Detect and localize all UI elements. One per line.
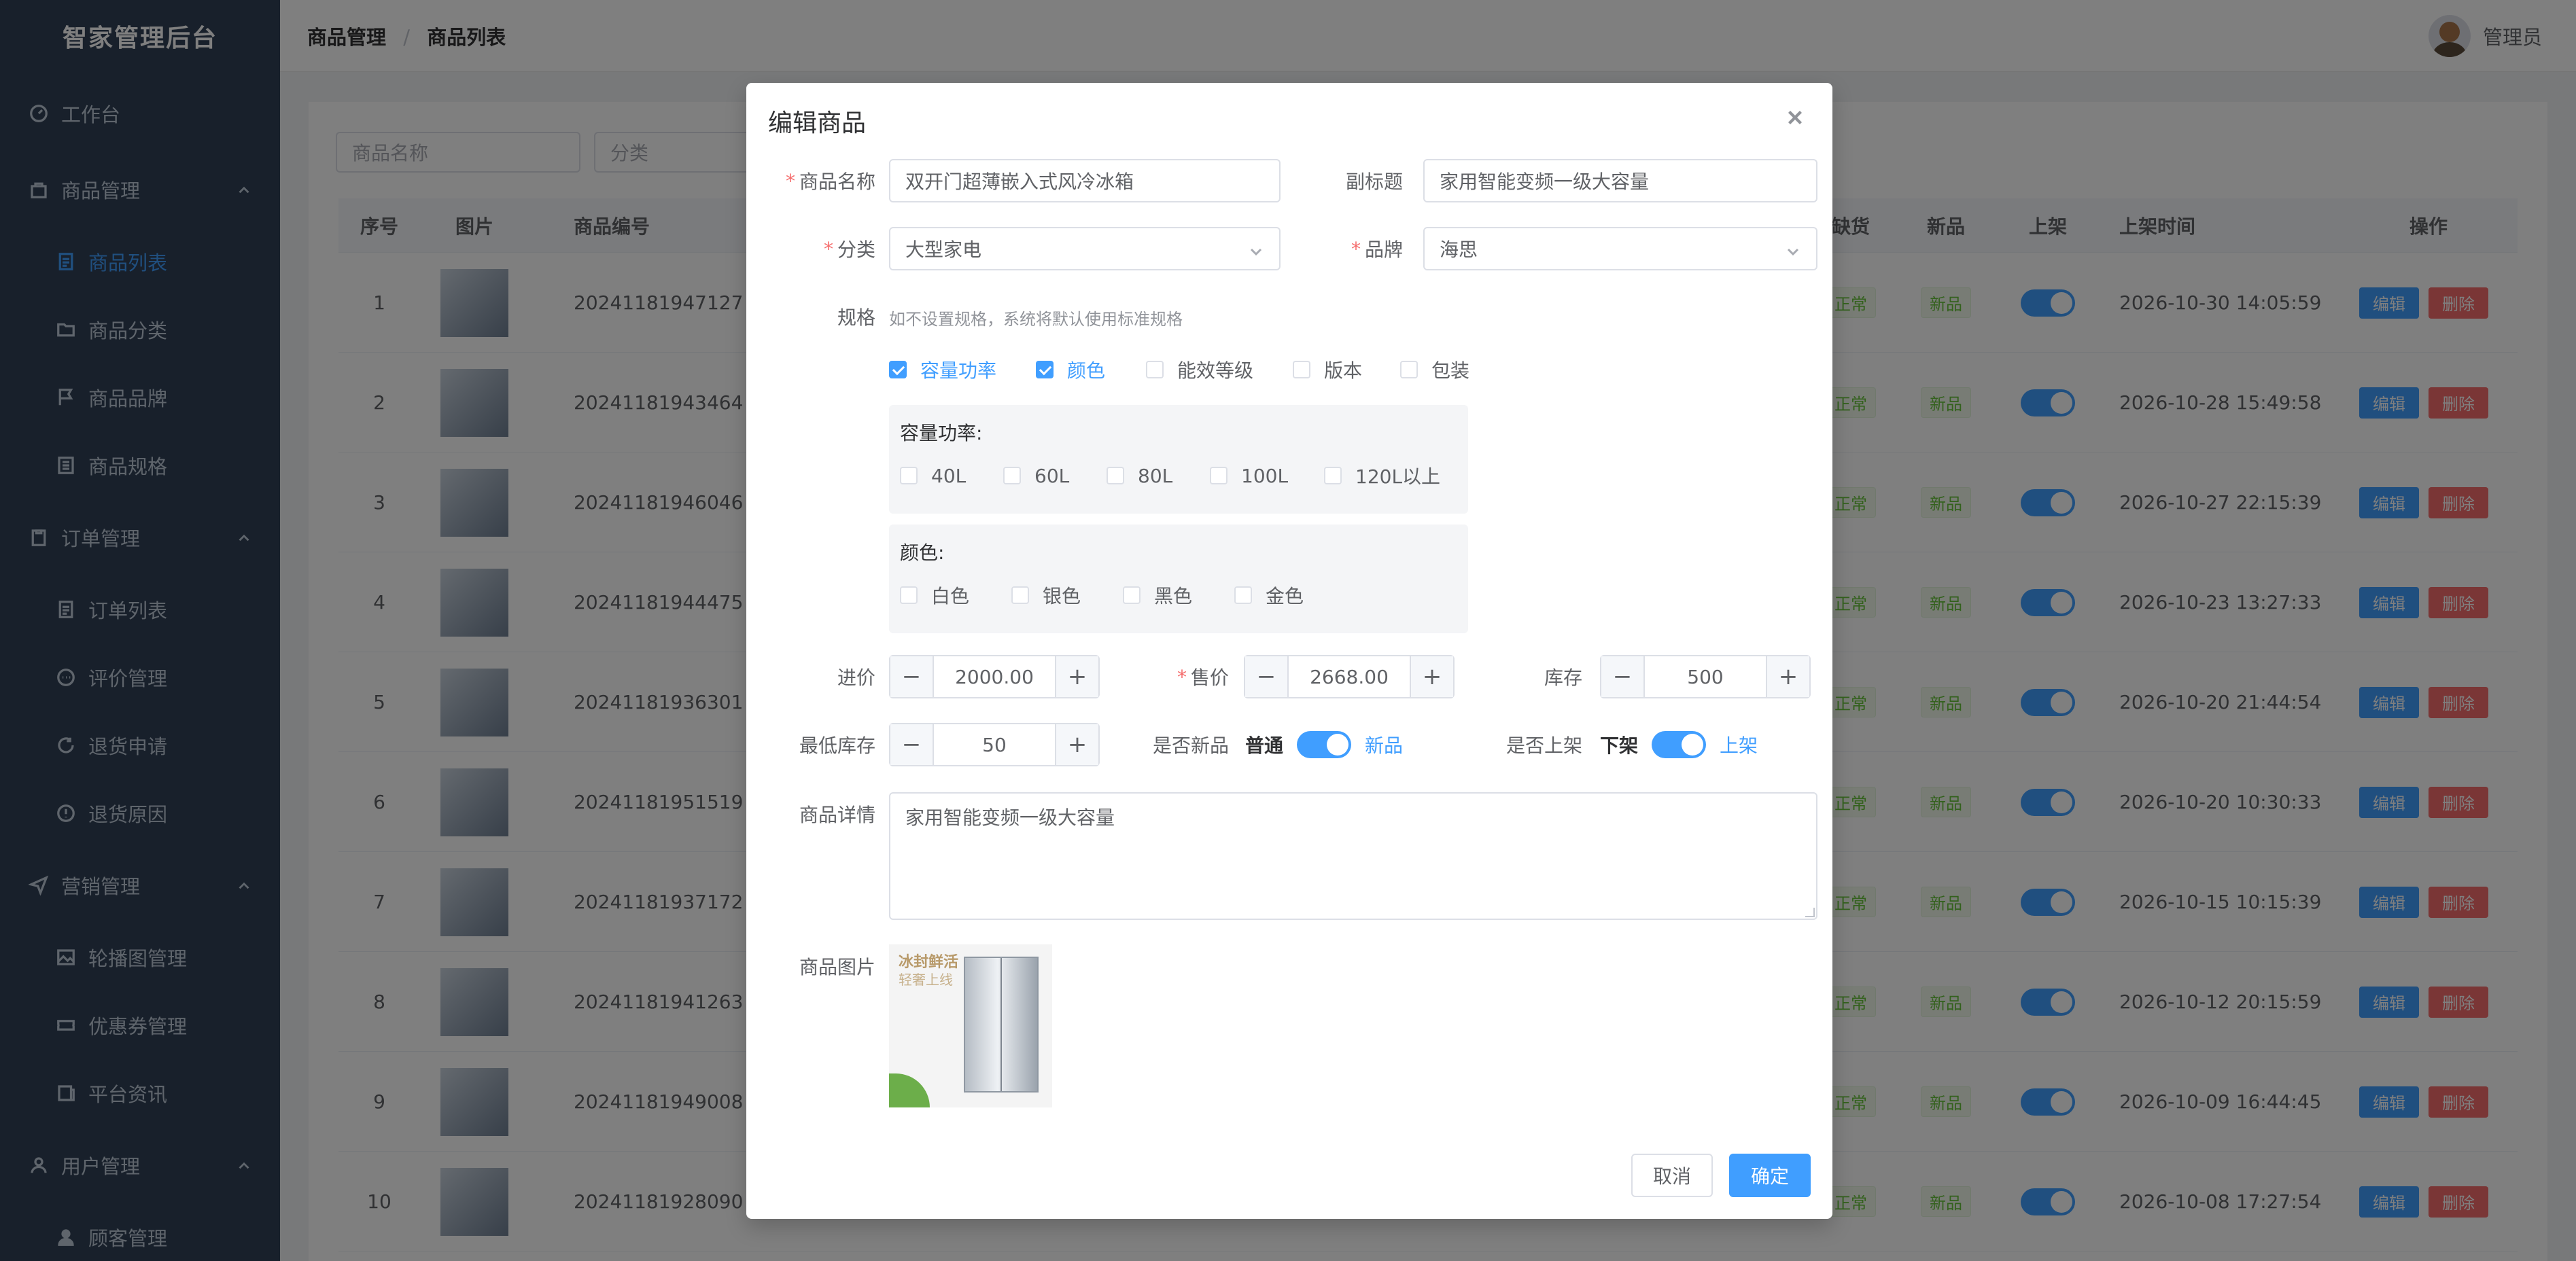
spec-hint: 如不设置规格，系统将默认使用标准规格	[889, 310, 1183, 329]
stock-value[interactable]: 500	[1645, 656, 1766, 697]
stock-stepper: − 500 +	[1600, 655, 1811, 698]
checkbox-box	[889, 361, 907, 378]
image-caption-2: 轻奢上线	[899, 972, 953, 988]
on-shelf-off-text: 下架	[1600, 734, 1639, 757]
purchase-price-stepper: − 2000.00 +	[889, 655, 1100, 698]
is-new-switch[interactable]: 普通 新品	[1245, 723, 1403, 766]
plus-button[interactable]: +	[1410, 656, 1453, 697]
switch-track[interactable]	[1652, 731, 1707, 758]
name-label: * 商品名称	[785, 169, 875, 194]
sale-price-label: * 售价	[1177, 665, 1229, 690]
minus-button[interactable]: −	[890, 724, 934, 765]
minus-button[interactable]: −	[1245, 656, 1289, 697]
plus-button[interactable]: +	[1055, 724, 1098, 765]
category-select-value: 大型家电	[905, 238, 982, 261]
checkbox-box	[1003, 467, 1021, 484]
confirm-button[interactable]: 确定	[1729, 1154, 1811, 1197]
is-new-off-text: 普通	[1245, 734, 1284, 757]
category-label: * 分类	[823, 237, 875, 262]
edit-product-dialog: 编辑商品 * 商品名称 双开门超薄嵌入式风冷冰箱 副标题 家用智能变频一级大容量 …	[746, 83, 1832, 1219]
checkbox-box	[1234, 586, 1252, 604]
minus-button[interactable]: −	[890, 656, 934, 697]
cancel-button[interactable]: 取消	[1631, 1154, 1713, 1197]
on-shelf-label: 是否上架	[1505, 734, 1582, 757]
checkbox-box	[900, 586, 918, 604]
dialog-title: 编辑商品	[768, 109, 867, 137]
spec-checkbox-color[interactable]: 颜色	[1036, 356, 1105, 383]
checkbox-box	[1011, 586, 1029, 604]
purchase-price-label: 进价	[837, 667, 875, 689]
capacity-option-80l[interactable]: 80L	[1107, 462, 1172, 489]
capacity-option-40l[interactable]: 40L	[900, 462, 966, 489]
detail-textarea[interactable]: 家用智能变频一级大容量	[889, 792, 1817, 920]
switch-track[interactable]	[1297, 731, 1352, 758]
checkbox-box	[1324, 467, 1342, 484]
capacity-option-60l[interactable]: 60L	[1003, 462, 1069, 489]
min-stock-stepper: − 50 +	[889, 723, 1100, 766]
image-label: 商品图片	[799, 956, 875, 978]
detail-label: 商品详情	[799, 804, 875, 826]
checkbox-box	[1123, 586, 1141, 604]
close-icon[interactable]	[1783, 106, 1807, 129]
minus-button[interactable]: −	[1601, 656, 1645, 697]
subtitle-input[interactable]: 家用智能变频一级大容量	[1423, 159, 1817, 202]
checkbox-box	[1210, 467, 1228, 484]
spec-checkbox-capacity[interactable]: 容量功率	[889, 356, 996, 383]
checkbox-box	[1036, 361, 1054, 378]
purchase-price-value[interactable]: 2000.00	[934, 656, 1055, 697]
brand-label: * 品牌	[1351, 237, 1403, 262]
is-new-label: 是否新品	[1152, 734, 1229, 757]
on-shelf-on-text: 上架	[1720, 734, 1758, 757]
on-shelf-switch[interactable]: 下架 上架	[1600, 723, 1758, 766]
subtitle-label: 副标题	[1345, 171, 1403, 193]
color-option-black[interactable]: 黑色	[1123, 582, 1192, 609]
brand-select[interactable]: 海思	[1423, 227, 1817, 270]
spec-checkbox-packaging[interactable]: 包装	[1400, 356, 1469, 383]
sale-price-stepper: − 2668.00 +	[1244, 655, 1455, 698]
color-option-silver[interactable]: 银色	[1011, 582, 1081, 609]
color-option-white[interactable]: 白色	[900, 582, 969, 609]
plus-button[interactable]: +	[1766, 656, 1809, 697]
product-name-input[interactable]: 双开门超薄嵌入式风冷冰箱	[889, 159, 1281, 202]
spec-checkbox-version[interactable]: 版本	[1293, 356, 1362, 383]
spec-checkbox-energy[interactable]: 能效等级	[1146, 356, 1253, 383]
capacity-spec-title: 容量功率:	[900, 422, 983, 444]
capacity-spec-panel: 容量功率: 40L 60L 80L 100L 120L以上	[889, 405, 1468, 514]
category-select[interactable]: 大型家电	[889, 227, 1281, 270]
color-spec-title: 颜色:	[900, 541, 945, 564]
brand-select-value: 海思	[1440, 238, 1478, 261]
chevron-down-icon	[1785, 242, 1801, 258]
checkbox-box	[1146, 361, 1164, 378]
checkbox-box	[900, 467, 918, 484]
stock-label: 库存	[1544, 667, 1582, 689]
sale-price-value[interactable]: 2668.00	[1289, 656, 1410, 697]
detail-text: 家用智能变频一级大容量	[905, 806, 1115, 829]
checkbox-box	[1107, 467, 1124, 484]
spec-label: 规格	[837, 306, 875, 329]
chevron-down-icon	[1248, 242, 1264, 258]
leaf-decoration	[889, 1073, 930, 1107]
capacity-option-120l[interactable]: 120L以上	[1324, 462, 1440, 489]
product-image[interactable]: 冰封鲜活 轻奢上线	[889, 944, 1052, 1107]
color-spec-panel: 颜色: 白色 银色 黑色 金色	[889, 525, 1468, 633]
checkbox-box	[1400, 361, 1418, 378]
checkbox-box	[1293, 361, 1310, 378]
plus-button[interactable]: +	[1055, 656, 1098, 697]
color-option-gold[interactable]: 金色	[1234, 582, 1304, 609]
min-stock-value[interactable]: 50	[934, 724, 1055, 765]
capacity-option-100l[interactable]: 100L	[1210, 462, 1288, 489]
min-stock-label: 最低库存	[799, 734, 875, 757]
is-new-on-text: 新品	[1365, 734, 1404, 757]
resize-handle-icon[interactable]	[1805, 908, 1815, 917]
fridge-picture	[964, 957, 1039, 1093]
